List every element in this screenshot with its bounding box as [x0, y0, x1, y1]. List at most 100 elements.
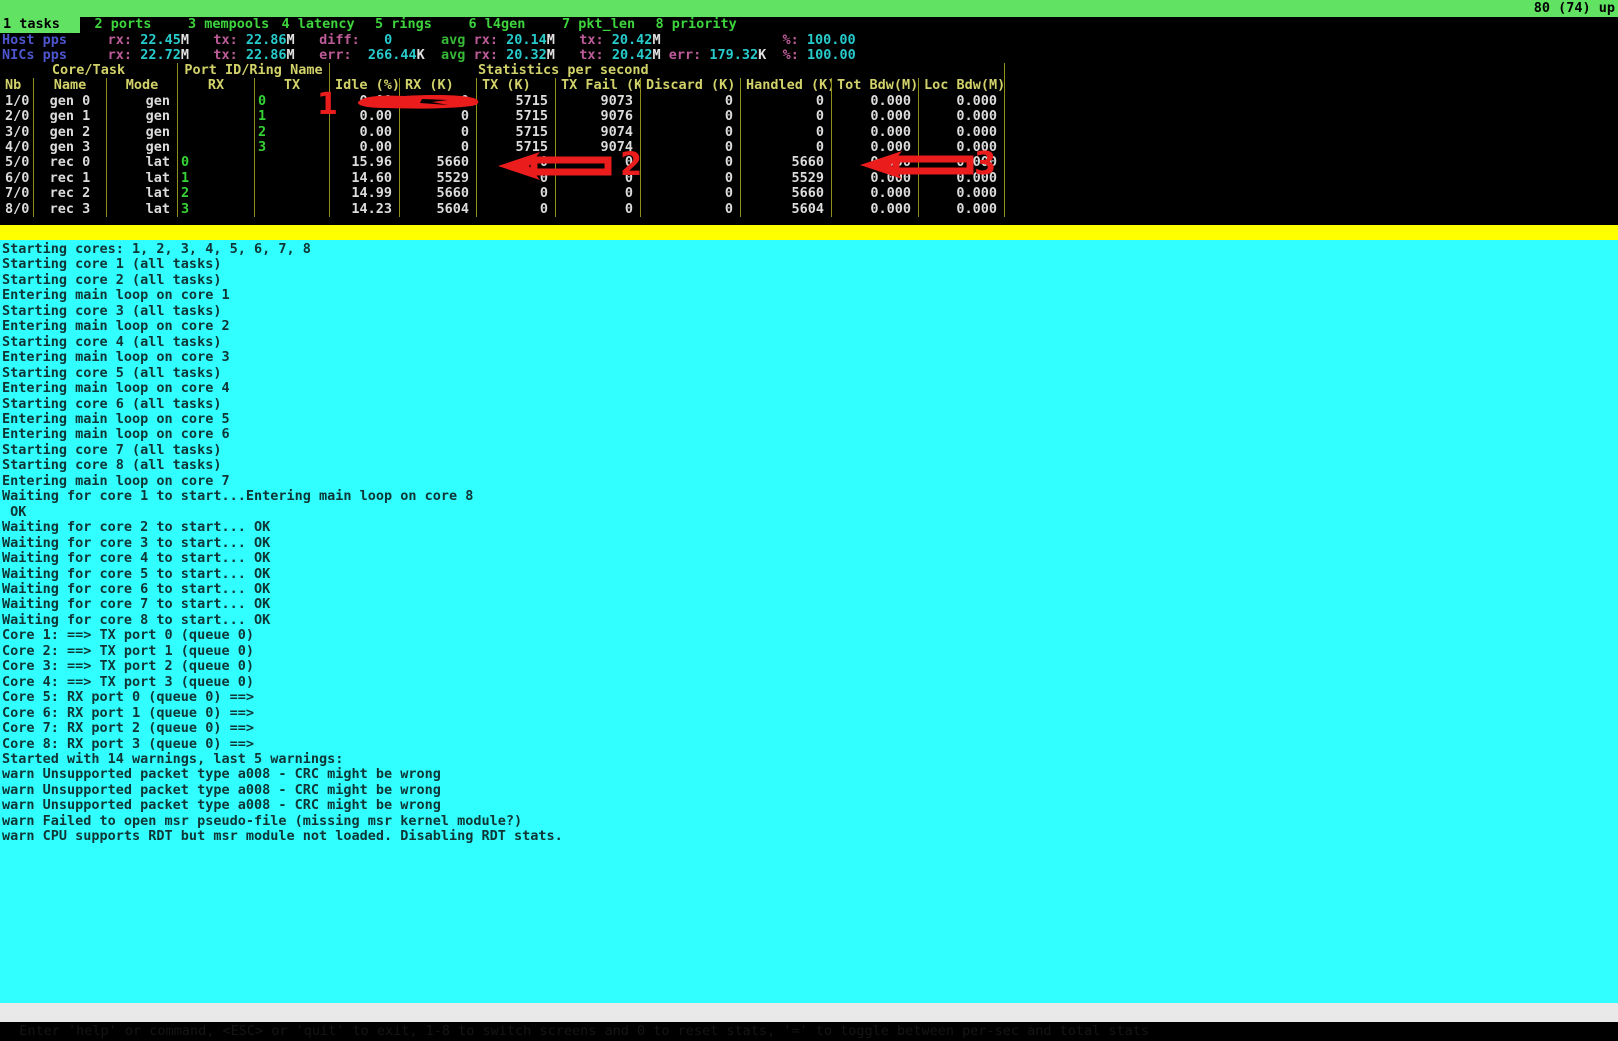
table-cell-r3-c4 — [178, 125, 255, 140]
table-cell-r8-c7: 5604 — [400, 202, 477, 217]
table-col-header-loc-bdw-m-: Loc Bdw(M) — [919, 78, 1005, 93]
table-cell-r3-c8: 5715 — [477, 125, 556, 140]
table-cell-r6-c2: rec 1 — [34, 171, 107, 186]
annotation-arrow-left-icon — [496, 151, 614, 181]
table-cell-r7-c10: 0 — [641, 186, 741, 201]
stat-segment: M — [652, 47, 660, 63]
stat-segment — [425, 47, 441, 63]
log-text: Starting cores: 1, 2, 3, 4, 5, 6, 7, 8 S… — [0, 240, 1618, 845]
table-cell-r3-c6: 0.00 — [330, 125, 400, 140]
status-message: Enter 'help' or command, <ESC> or 'quit'… — [19, 1023, 1149, 1039]
prox-terminal-screen[interactable]: { "title_bar": { "app_title": "prox v0.3… — [0, 0, 1618, 1026]
status-bar: Enter 'help' or command, <ESC> or 'quit'… — [0, 1003, 1618, 1022]
stat-segment — [352, 47, 368, 63]
table-cell-r8-c13: 0.000 — [919, 202, 1005, 217]
annotation-number-3: 3 — [974, 147, 996, 179]
table-cell-r6-c10: 0 — [641, 171, 741, 186]
stat-segment: avg — [441, 47, 465, 63]
stat-segment — [360, 32, 384, 48]
table-cell-r5-c10: 0 — [641, 155, 741, 170]
stat-segment: 266.44 — [368, 47, 417, 63]
table-group-header-3: Statistics per second — [330, 63, 1005, 78]
table-cell-r6-c7: 5529 — [400, 171, 477, 186]
table-col-header-handled-k-: Handled (K) — [741, 78, 832, 93]
table-cell-r2-c12: 0.000 — [832, 109, 919, 124]
stat-segment: 100.00 — [807, 32, 856, 48]
table-cell-r3-c10: 0 — [641, 125, 741, 140]
table-cell-r7-c13: 0.000 — [919, 186, 1005, 201]
table-cell-r4-c7: 0 — [400, 140, 477, 155]
stat-segment: NICs pps — [2, 47, 67, 63]
log-area[interactable]: Starting cores: 1, 2, 3, 4, 5, 6, 7, 8 S… — [0, 240, 1618, 1003]
table-cell-r7-c5 — [255, 186, 330, 201]
stat-segment: 22.45 — [140, 32, 181, 48]
tab-3-mempools[interactable]: 3 mempools — [187, 17, 281, 33]
table-cell-r2-c11: 0 — [741, 109, 832, 124]
table-cell-r7-c3: lat — [107, 186, 178, 201]
host-pps-line: Host pps rx: 22.45M tx: 22.86M diff: 0 a… — [2, 33, 856, 48]
stat-segment — [295, 47, 319, 63]
stat-segment — [189, 32, 213, 48]
stat-segment: M — [181, 47, 189, 63]
stat-segment — [604, 32, 612, 48]
table-cell-r4-c11: 0 — [741, 140, 832, 155]
tab-5-rings[interactable]: 5 rings — [374, 17, 468, 33]
table-cell-r1-c11: 0 — [741, 94, 832, 109]
stat-segment: %: — [783, 32, 799, 48]
stat-segment: rx: — [474, 32, 498, 48]
table-cell-r5-c6: 15.96 — [330, 155, 400, 170]
stat-segment — [766, 47, 782, 63]
stat-segment — [295, 32, 319, 48]
tab-7-pkt_len[interactable]: 7 pkt_len — [561, 17, 655, 33]
title-bar: prox v0.39: Basic Gen x4 80 (74) up — [0, 0, 1618, 17]
table-col-header-name: Name — [34, 78, 107, 93]
table-cell-r2-c7: 0 — [400, 109, 477, 124]
table-cell-r4-c10: 0 — [641, 140, 741, 155]
table-cell-r5-c11: 5660 — [741, 155, 832, 170]
tab-bar: 1 tasks 2 ports3 mempools4 latency5 rings… — [0, 17, 1618, 33]
table-cell-r3-c13: 0.000 — [919, 125, 1005, 140]
stat-segment: 100.00 — [807, 47, 856, 63]
tab-8-priority[interactable]: 8 priority — [655, 17, 749, 33]
table-cell-r1-c2: gen 0 — [34, 94, 107, 109]
table-cell-r4-c3: gen — [107, 140, 178, 155]
table-cell-r6-c3: lat — [107, 171, 178, 186]
nics-pps-line: NICs pps rx: 22.72M tx: 22.86M err: 266.… — [2, 48, 856, 63]
tab-6-l4gen[interactable]: 6 l4gen — [468, 17, 562, 33]
table-cell-r8-c5 — [255, 202, 330, 217]
stat-segment — [498, 47, 506, 63]
tab-2-ports[interactable]: 2 ports — [94, 17, 188, 33]
table-col-header-mode: Mode — [107, 78, 178, 93]
stat-segment — [555, 47, 579, 63]
stat-segment: tx: — [579, 47, 603, 63]
stat-segment: tx: — [579, 32, 603, 48]
table-cell-r8-c6: 14.23 — [330, 202, 400, 217]
table-cell-r8-c2: rec 3 — [34, 202, 107, 217]
stat-segment — [604, 47, 612, 63]
table-cell-r7-c4: 2 — [178, 186, 255, 201]
table-cell-r1-c10: 0 — [641, 94, 741, 109]
stat-segment: 20.14 — [506, 32, 547, 48]
table-cell-r1-c8: 5715 — [477, 94, 556, 109]
stat-segment — [661, 32, 783, 48]
stat-segment: rx: — [108, 32, 132, 48]
stat-segment: 20.42 — [612, 32, 653, 48]
table-cell-r4-c6: 0.00 — [330, 140, 400, 155]
tab-4-latency[interactable]: 4 latency — [281, 17, 375, 33]
table-group-header-1: Core/Task — [0, 63, 178, 78]
stat-segment — [661, 47, 669, 63]
table-cell-r4-c5: 3 — [255, 140, 330, 155]
stat-segment — [132, 32, 140, 48]
table-cell-r3-c7: 0 — [400, 125, 477, 140]
stat-segment: diff: — [319, 32, 360, 48]
table-col-header-tx-fail-k-: TX Fail (K) — [556, 78, 641, 93]
stat-segment — [498, 32, 506, 48]
annotation-number-1: 1 — [317, 90, 338, 120]
table-cell-r8-c8: 0 — [477, 202, 556, 217]
stat-segment: K — [417, 47, 425, 63]
table-cell-r1-c3: gen — [107, 94, 178, 109]
table-cell-r7-c11: 5660 — [741, 186, 832, 201]
tab-1-tasks[interactable]: 1 tasks — [0, 17, 80, 33]
table-cell-r2-c4 — [178, 109, 255, 124]
table-cell-r3-c2: gen 2 — [34, 125, 107, 140]
